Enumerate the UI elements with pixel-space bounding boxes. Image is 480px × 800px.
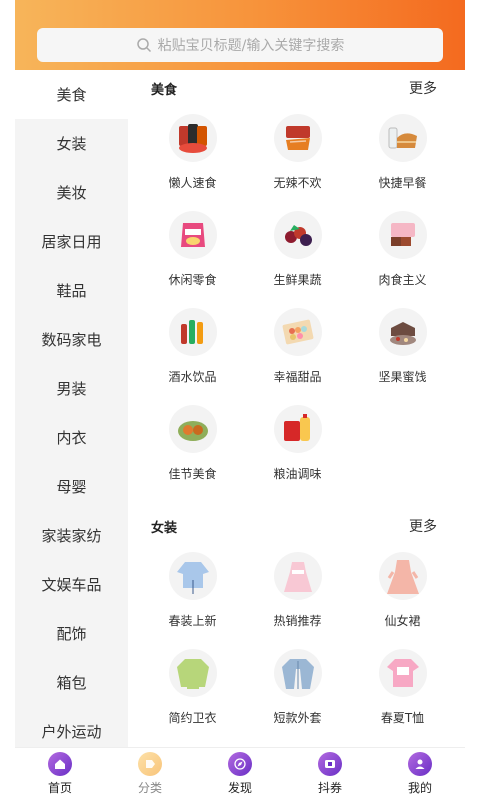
category-sidebar: 美食 女装 美妆 居家日用 鞋品 数码家电 男装 内衣 母婴 家装家纺 文娱车品… — [15, 70, 128, 747]
subcategory-item[interactable]: 春夏T恤 — [350, 641, 455, 738]
sidebar-item-home-textiles[interactable]: 家装家纺 — [15, 511, 128, 560]
spicy-meat-icon — [273, 114, 322, 162]
nav-label: 分类 — [137, 781, 162, 795]
sweatshirt-icon — [168, 649, 217, 697]
macaron-box-icon — [273, 308, 322, 356]
subcategory-item[interactable]: 春装上新 — [140, 544, 245, 641]
drinks-bottles-icon — [168, 308, 217, 356]
nav-label: 发现 — [227, 781, 252, 795]
subcategory-item[interactable]: 肉食主义 — [350, 203, 455, 300]
more-link[interactable]: 更多 — [409, 78, 437, 98]
subcategory-label: 幸福甜品 — [273, 370, 322, 384]
nav-label: 首页 — [47, 781, 72, 795]
subcategory-item[interactable]: 快捷早餐 — [350, 106, 455, 203]
subcategory-item[interactable]: 热销推荐 — [245, 544, 350, 641]
user-icon — [408, 752, 432, 776]
subcategory-item[interactable]: 无辣不欢 — [245, 106, 350, 203]
subcategory-item[interactable]: 粮油调味 — [245, 397, 350, 494]
sidebar-item-mens-clothing[interactable]: 男装 — [15, 364, 128, 413]
sidebar-item-electronics[interactable]: 数码家电 — [15, 315, 128, 364]
mooncake-icon — [168, 405, 217, 453]
sidebar-item-outdoor[interactable]: 户外运动 — [15, 707, 128, 747]
nav-label: 我的 — [407, 781, 432, 795]
section-title: 女装 — [151, 520, 178, 536]
subcategory-label: 酒水饮品 — [168, 370, 217, 384]
meat-icon — [378, 211, 427, 259]
subcategory-item[interactable]: 酒水饮品 — [140, 300, 245, 397]
subcategory-grid-food: 懒人速食 无辣不欢 快捷早餐 休闲零食 生鲜果蔬 肉食主义 酒水饮品 幸福甜品 … — [128, 106, 465, 494]
rice-oil-icon — [273, 405, 322, 453]
more-link[interactable]: 更多 — [409, 516, 437, 536]
subcategory-item[interactable]: 简约卫衣 — [140, 641, 245, 738]
category-tag-icon — [138, 752, 162, 776]
sidebar-item-bags[interactable]: 箱包 — [15, 658, 128, 707]
subcategory-label: 休闲零食 — [168, 273, 217, 287]
subcategory-label: 肉食主义 — [378, 273, 427, 287]
subcategory-label: 粮油调味 — [273, 467, 322, 481]
subcategory-label: 坚果蜜饯 — [378, 370, 427, 384]
nav-category[interactable]: 分类 — [105, 748, 195, 800]
sidebar-item-entertainment-auto[interactable]: 文娱车品 — [15, 560, 128, 609]
subcategory-item[interactable]: 短款外套 — [245, 641, 350, 738]
subcategory-label: 生鲜果蔬 — [273, 273, 322, 287]
fresh-fruit-icon — [273, 211, 322, 259]
fairy-dress-icon — [378, 552, 427, 600]
search-input[interactable]: 粘贴宝贝标题/输入关键字搜索 — [37, 28, 443, 62]
subcategory-label: 仙女裙 — [384, 614, 421, 628]
sidebar-item-shoes[interactable]: 鞋品 — [15, 266, 128, 315]
nav-label: 抖券 — [317, 781, 342, 795]
section-title: 美食 — [151, 82, 178, 98]
bottom-nav: 首页 分类 发现 抖券 我的 — [15, 747, 465, 800]
compass-icon — [228, 752, 252, 776]
subcategory-label: 快捷早餐 — [378, 176, 427, 190]
sidebar-item-underwear[interactable]: 内衣 — [15, 413, 128, 462]
subcategory-item[interactable]: 坚果蜜饯 — [350, 300, 455, 397]
subcategory-label: 春装上新 — [168, 614, 217, 628]
coupon-icon — [318, 752, 342, 776]
subcategory-item[interactable]: 幸福甜品 — [245, 300, 350, 397]
search-placeholder: 粘贴宝贝标题/输入关键字搜索 — [157, 38, 345, 54]
nav-profile[interactable]: 我的 — [375, 748, 465, 800]
home-icon — [48, 752, 72, 776]
subcategory-item[interactable]: 懒人速食 — [140, 106, 245, 203]
section-header-food: 美食 更多 — [128, 70, 465, 106]
sidebar-item-household[interactable]: 居家日用 — [15, 217, 128, 266]
pink-dress-icon — [273, 552, 322, 600]
sidebar-item-baby[interactable]: 母婴 — [15, 462, 128, 511]
subcategory-item[interactable]: 仙女裙 — [350, 544, 455, 641]
instant-food-icon — [168, 114, 217, 162]
section-header-womens-clothing: 女装 更多 — [128, 508, 465, 544]
tshirt-icon — [378, 649, 427, 697]
subcategory-label: 短款外套 — [273, 711, 322, 725]
subcategory-item[interactable]: 佳节美食 — [140, 397, 245, 494]
subcategory-grid-womens-clothing: 春装上新 热销推荐 仙女裙 简约卫衣 短款外套 春夏T恤 — [128, 544, 465, 738]
nuts-box-icon — [378, 308, 427, 356]
search-icon — [136, 38, 151, 53]
subcategory-label: 懒人速食 — [168, 176, 217, 190]
subcategory-item[interactable]: 休闲零食 — [140, 203, 245, 300]
nav-coupon[interactable]: 抖券 — [285, 748, 375, 800]
chips-snack-icon — [168, 211, 217, 259]
subcategory-label: 春夏T恤 — [380, 711, 425, 725]
nav-home[interactable]: 首页 — [15, 748, 105, 800]
sidebar-item-food[interactable]: 美食 — [15, 70, 128, 119]
denim-jacket-icon — [273, 649, 322, 697]
nav-discover[interactable]: 发现 — [195, 748, 285, 800]
sidebar-item-accessories[interactable]: 配饰 — [15, 609, 128, 658]
breakfast-bread-icon — [378, 114, 427, 162]
blouse-icon — [168, 552, 217, 600]
sidebar-item-beauty[interactable]: 美妆 — [15, 168, 128, 217]
subcategory-label: 简约卫衣 — [168, 711, 217, 725]
subcategory-label: 佳节美食 — [168, 467, 217, 481]
subcategory-label: 热销推荐 — [273, 614, 322, 628]
subcategory-item[interactable]: 生鲜果蔬 — [245, 203, 350, 300]
sidebar-item-womens-clothing[interactable]: 女装 — [15, 119, 128, 168]
category-content: 美食 更多 懒人速食 无辣不欢 快捷早餐 休闲零食 生鲜果蔬 肉食主义 酒水饮品… — [128, 70, 465, 747]
subcategory-label: 无辣不欢 — [273, 176, 322, 190]
